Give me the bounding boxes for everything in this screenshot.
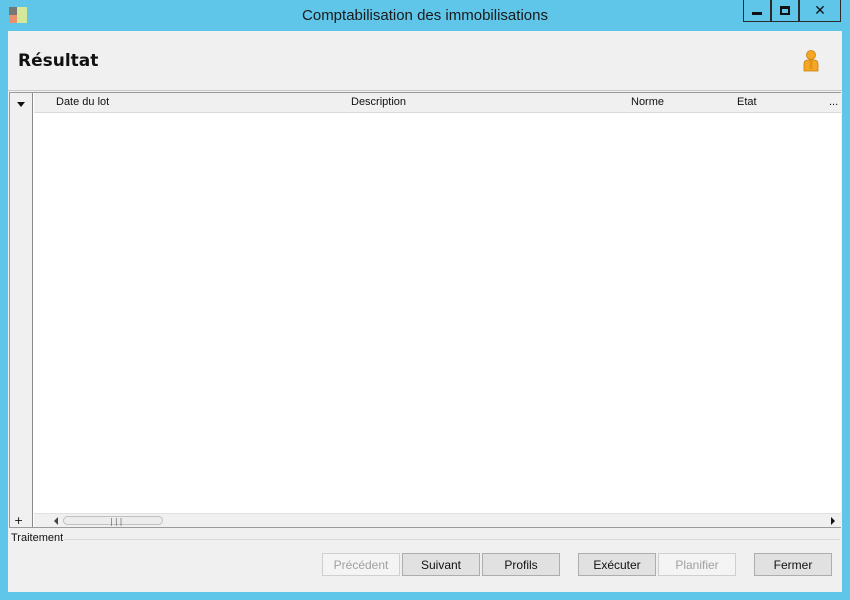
dropdown-arrow-icon[interactable] xyxy=(17,102,25,107)
section-label-traitement: Traitement xyxy=(11,532,64,544)
column-header-etat[interactable]: Etat xyxy=(737,96,757,108)
page-title: Résultat xyxy=(18,51,99,71)
window-title: Comptabilisation des immobilisations xyxy=(302,7,548,24)
section-divider xyxy=(64,539,840,540)
user-icon[interactable] xyxy=(801,50,821,72)
application-window: Comptabilisation des immobilisations ✕ R… xyxy=(0,0,850,600)
maximize-icon xyxy=(780,6,790,15)
next-button[interactable]: Suivant xyxy=(402,553,480,576)
close-button[interactable]: Fermer xyxy=(754,553,832,576)
horizontal-scrollbar[interactable]: + ||| xyxy=(14,513,841,527)
column-header-date-du-lot[interactable]: Date du lot xyxy=(56,96,109,108)
header: Résultat xyxy=(8,31,842,91)
grid-body[interactable] xyxy=(34,113,841,513)
column-header-more[interactable]: ... xyxy=(829,96,838,108)
scroll-thumb[interactable]: ||| xyxy=(63,516,163,526)
scroll-grip-icon: ||| xyxy=(109,517,124,526)
previous-button[interactable]: Précédent xyxy=(322,553,400,576)
row-selector-column xyxy=(10,93,33,527)
dialog-body: Résultat Date du lot Description Norme E… xyxy=(8,31,842,592)
minimize-button[interactable] xyxy=(743,0,771,22)
column-header-description[interactable]: Description xyxy=(351,96,406,108)
minimize-icon xyxy=(752,12,762,15)
results-grid[interactable]: Date du lot Description Norme Etat ... +… xyxy=(9,92,841,528)
profiles-button[interactable]: Profils xyxy=(482,553,560,576)
scroll-right-icon[interactable] xyxy=(831,517,835,525)
close-icon: ✕ xyxy=(814,2,826,19)
schedule-button[interactable]: Planifier xyxy=(658,553,736,576)
title-bar[interactable]: Comptabilisation des immobilisations ✕ xyxy=(0,0,850,31)
scroll-left-icon[interactable] xyxy=(54,517,58,525)
execute-button[interactable]: Exécuter xyxy=(578,553,656,576)
column-header-row: Date du lot Description Norme Etat ... xyxy=(34,93,841,113)
column-header-norme[interactable]: Norme xyxy=(631,96,664,108)
maximize-button[interactable] xyxy=(771,0,799,22)
add-row-icon[interactable]: + xyxy=(14,514,23,527)
close-window-button[interactable]: ✕ xyxy=(799,0,841,22)
